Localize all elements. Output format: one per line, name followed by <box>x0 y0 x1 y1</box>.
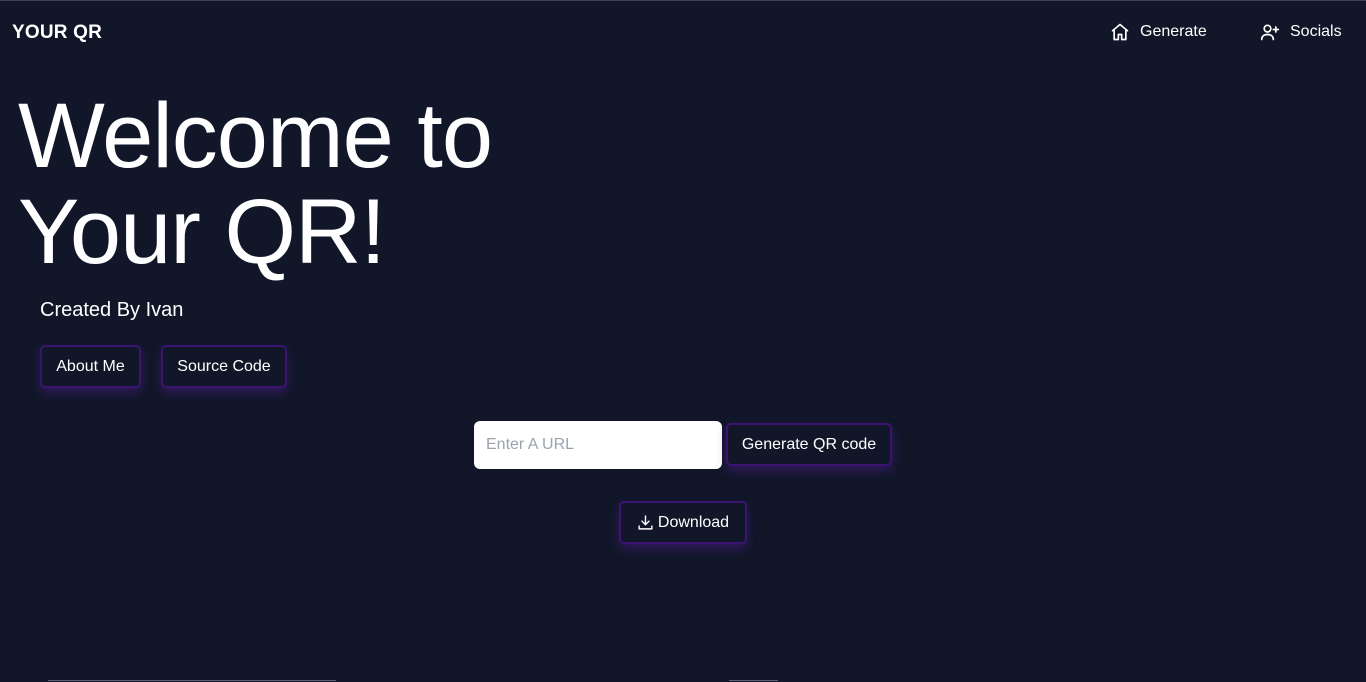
about-me-button[interactable]: About Me <box>40 345 141 388</box>
source-code-button[interactable]: Source Code <box>161 345 287 388</box>
brand-logo[interactable]: YOUR QR <box>12 22 102 44</box>
home-icon <box>1111 23 1129 41</box>
hero-title-line1: Welcome to <box>18 85 493 187</box>
generate-qr-button[interactable]: Generate QR code <box>726 423 892 466</box>
nav-generate[interactable]: Generate <box>1110 22 1207 42</box>
user-plus-icon <box>1260 24 1280 41</box>
window-top-border <box>0 0 1366 1</box>
nav-socials[interactable]: Socials <box>1260 22 1342 42</box>
nav-socials-label: Socials <box>1290 23 1342 40</box>
bottom-divider-left <box>48 680 336 681</box>
url-input[interactable] <box>474 421 722 469</box>
download-button[interactable]: Download <box>619 501 747 544</box>
hero-title: Welcome to Your QR! <box>18 85 493 283</box>
hero-subtitle: Created By Ivan <box>40 299 184 321</box>
hero-title-line2: Your QR! <box>18 181 386 283</box>
bottom-divider-right <box>729 680 778 681</box>
download-icon <box>638 515 653 530</box>
nav-generate-label: Generate <box>1140 23 1207 40</box>
download-button-label: Download <box>657 513 730 531</box>
